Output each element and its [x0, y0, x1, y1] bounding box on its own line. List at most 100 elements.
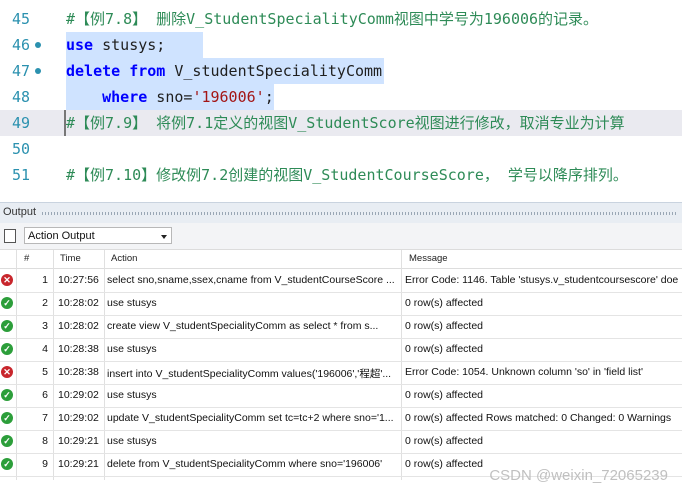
cell-action: update V_studentSpecialityComm set tc=tc…: [107, 412, 394, 424]
cell-message: Error Code: 1054. Unknown column 'so' in…: [405, 366, 643, 378]
panel-drag-grip[interactable]: [42, 212, 678, 215]
success-check-icon: ✓: [1, 389, 13, 401]
cell-number: 2: [42, 297, 48, 309]
line-number: 47: [11, 62, 30, 80]
error-x-icon: ✕: [1, 274, 13, 286]
line-number: 51: [11, 166, 30, 184]
column-header-time[interactable]: Time: [60, 253, 81, 264]
output-panel-header[interactable]: Output: [0, 202, 682, 223]
cell-action: insert into V_studentSpecialityComm valu…: [107, 368, 392, 380]
cell-number: 6: [42, 389, 48, 401]
editor-line-50[interactable]: 50: [0, 136, 682, 162]
line-number: 48: [11, 88, 30, 106]
table-row[interactable]: ✓ 4 10:28:38 use stusys 0 row(s) affected: [0, 338, 682, 362]
cell-message: 0 row(s) affected Rows matched: 0 Change…: [405, 412, 672, 424]
cell-number: 4: [42, 343, 48, 355]
code-comment: #【例7.9】 将例7.1定义的视图V_StudentScore视图进行修改，取…: [66, 114, 625, 132]
cell-time: 10:29:21: [58, 458, 99, 470]
output-type-value: Action Output: [28, 230, 95, 242]
cell-message: Error Code: 1146. Table 'stusys.v_studen…: [405, 274, 679, 286]
table-row[interactable]: ✓ 3 10:28:02 create view V_studentSpecialit…: [0, 315, 682, 339]
success-check-icon: ✓: [1, 412, 13, 424]
column-header-action[interactable]: Action: [111, 253, 137, 264]
code-token: sno=: [147, 88, 193, 106]
cell-message: 0 row(s) affected: [405, 320, 484, 332]
cell-number: 8: [42, 435, 48, 447]
success-check-icon: ✓: [1, 343, 13, 355]
table-row[interactable]: ✕ 1 10:27:56 select sno,sname,ssex,cname fr…: [0, 269, 682, 293]
editor-line-45[interactable]: 45 #【例7.8】 删除V_StudentSpecialityComm视图中学…: [0, 6, 682, 32]
output-type-dropdown[interactable]: Action Output: [24, 227, 172, 244]
line-number: 45: [11, 10, 30, 28]
table-row[interactable]: ✓ 2 10:28:02 use stusys 0 row(s) affected: [0, 292, 682, 316]
cell-action: delete from V_studentSpecialityComm wher…: [107, 458, 383, 470]
sql-editor[interactable]: 45 #【例7.8】 删除V_StudentSpecialityComm视图中学…: [0, 0, 682, 196]
copy-icon[interactable]: [4, 226, 20, 243]
watermark: CSDN @weixin_72065239: [489, 467, 668, 484]
table-row[interactable]: ✕ 5 10:28:38 insert into V_studentSpecialit…: [0, 361, 682, 385]
cell-time: 10:28:02: [58, 320, 99, 332]
cell-time: 10:29:02: [58, 389, 99, 401]
code-text: delete from V_studentSpecialityComm: [66, 58, 385, 84]
cell-time: 10:28:38: [58, 343, 99, 355]
string-literal: '196006': [192, 88, 265, 106]
success-check-icon: ✓: [1, 297, 13, 309]
keyword: delete: [66, 62, 121, 80]
cell-action: use stusys: [107, 389, 157, 401]
cell-message: 0 row(s) affected: [405, 343, 484, 355]
cell-number: 9: [42, 458, 48, 470]
cell-time: 10:28:38: [58, 366, 99, 378]
editor-line-46[interactable]: 46 use stusys;: [0, 32, 682, 58]
cell-time: 10:27:56: [58, 274, 99, 286]
column-header-num[interactable]: #: [24, 253, 29, 264]
cell-number: 1: [42, 274, 48, 286]
cell-number: 5: [42, 366, 48, 378]
code-text: use stusys;: [66, 32, 204, 58]
cell-action: use stusys: [107, 297, 157, 309]
cell-action: use stusys: [107, 435, 157, 447]
output-panel-title: Output: [3, 206, 37, 218]
statement-marker-icon: [35, 42, 41, 48]
code-comment: #【例7.10】修改例7.2创建的视图V_StudentCourseScore，…: [66, 166, 628, 184]
code-text: where sno='196006';: [66, 84, 274, 110]
code-comment: #【例7.8】 删除V_StudentSpecialityComm视图中学号为1…: [66, 10, 599, 28]
error-x-icon: ✕: [1, 366, 13, 378]
table-row[interactable]: ✓ 8 10:29:21 use stusys 0 row(s) affected: [0, 430, 682, 454]
editor-line-48[interactable]: 48 where sno='196006';: [0, 84, 682, 110]
code-token: ;: [264, 88, 274, 106]
editor-line-47[interactable]: 47 delete from V_studentSpecialityComm: [0, 58, 682, 84]
cell-message: 0 row(s) affected: [405, 297, 484, 309]
cell-number: 3: [42, 320, 48, 332]
success-check-icon: ✓: [1, 320, 13, 332]
cell-message: 0 row(s) affected: [405, 389, 484, 401]
output-toolbar: Action Output: [0, 223, 682, 250]
editor-line-49[interactable]: 49 #【例7.9】 将例7.1定义的视图V_StudentScore视图进行修…: [0, 110, 682, 136]
cell-action: use stusys: [107, 343, 157, 355]
cell-time: 10:28:02: [58, 297, 99, 309]
code-token: V_studentSpecialityComm: [165, 62, 383, 80]
chevron-down-icon: [161, 235, 167, 239]
code-token: stusys;: [93, 36, 166, 54]
table-row[interactable]: ✓ 6 10:29:02 use stusys 0 row(s) affected: [0, 384, 682, 408]
cell-message: 0 row(s) affected: [405, 435, 484, 447]
cell-number: 7: [42, 412, 48, 424]
cell-action: select sno,sname,ssex,cname from V_stude…: [107, 274, 395, 286]
cell-time: 10:29:21: [58, 435, 99, 447]
table-row[interactable]: ✓ 7 10:29:02 update V_studentSpecialityComm…: [0, 407, 682, 431]
line-number: 50: [11, 140, 30, 158]
line-number: 46: [11, 36, 30, 54]
column-header-message[interactable]: Message: [409, 253, 448, 264]
editor-line-51[interactable]: 51 #【例7.10】修改例7.2创建的视图V_StudentCourseSco…: [0, 162, 682, 188]
keyword: from: [129, 62, 166, 80]
success-check-icon: ✓: [1, 435, 13, 447]
line-number: 49: [11, 114, 30, 132]
keyword: use: [66, 36, 94, 54]
keyword: where: [102, 88, 148, 106]
table-header: # Time Action Message: [0, 250, 682, 269]
cell-action: create view V_studentSpecialityComm as s…: [107, 320, 379, 332]
cell-time: 10:29:02: [58, 412, 99, 424]
success-check-icon: ✓: [1, 458, 13, 470]
statement-marker-icon: [35, 68, 41, 74]
